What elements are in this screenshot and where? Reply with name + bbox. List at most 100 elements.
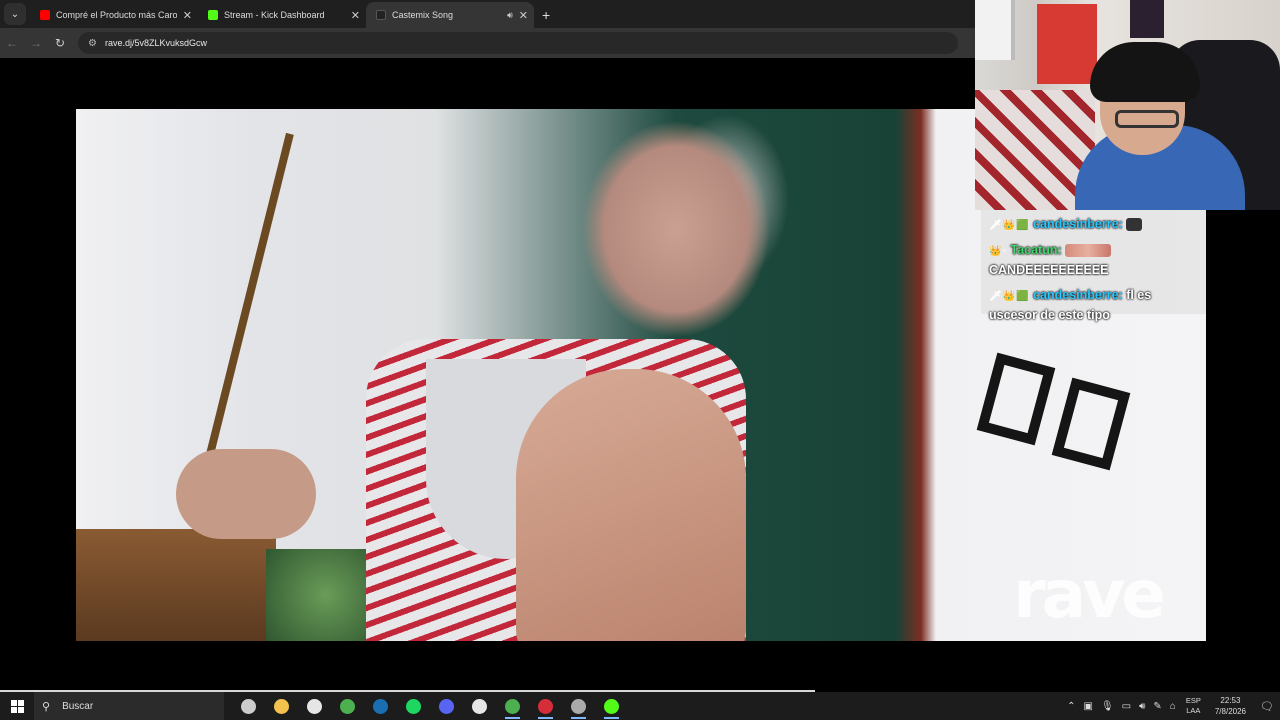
webcam-scene-poster: [1130, 0, 1164, 38]
webcam-scene-red-box: [1037, 4, 1097, 84]
app-s-icon: [307, 698, 322, 714]
video-scene-table: [76, 529, 276, 641]
chat-username: Tacatun:: [1010, 243, 1062, 257]
rave-favicon-icon: [376, 10, 386, 20]
app-s2-icon: [472, 698, 487, 714]
lang-bottom: LAA: [1186, 706, 1201, 715]
chrome-active-icon: [505, 698, 520, 714]
taskbar-app-app-s2[interactable]: [463, 692, 496, 720]
tray-app-icon[interactable]: ▣: [1083, 701, 1092, 712]
taskbar-app-app-s[interactable]: [298, 692, 331, 720]
taskbar-apps: [232, 692, 628, 720]
close-icon[interactable]: ✕: [183, 9, 192, 22]
address-bar[interactable]: ⚙︎ rave.dj/5v8ZLKvuksdGcw: [78, 32, 958, 54]
network-icon[interactable]: ⌂: [1170, 701, 1176, 712]
clock[interactable]: 22:53 7/8/2026: [1215, 695, 1246, 717]
video-scene-rope: [206, 132, 294, 456]
taskbar: ⚲ Buscar ⌃ ▣ 🎙︎ ▭ 🔊︎ ✎ ⌂ ESP LAA 22:53 7…: [0, 692, 1280, 720]
taskbar-app-app-red[interactable]: [529, 692, 562, 720]
tab-label: Compré el Producto más Caro d: [56, 10, 177, 20]
chat-message: 🗡👑🟩 candesinberre:: [989, 215, 1200, 235]
emote-icon: [1065, 244, 1112, 258]
back-arrow-icon[interactable]: ←: [0, 36, 24, 50]
file-explorer-icon: [274, 698, 289, 714]
tab-youtube[interactable]: Compré el Producto más Caro d ✕: [30, 2, 198, 28]
reload-icon[interactable]: ↻: [48, 36, 72, 50]
taskbar-app-spotify[interactable]: [397, 692, 430, 720]
crown-icon: 👑: [1002, 220, 1016, 231]
tab-label: Stream - Kick Dashboard: [224, 10, 325, 20]
battery-icon[interactable]: ▭: [1122, 701, 1131, 712]
speaker-icon[interactable]: 🔊︎: [507, 10, 513, 21]
subscriber-badge-icon: 🟩: [1016, 220, 1029, 231]
video-scene-switch-left: [976, 352, 1056, 446]
discord-icon: [439, 698, 454, 714]
emote-icon: [1126, 218, 1143, 232]
webcam-scene-window: [975, 0, 1015, 60]
close-icon[interactable]: ✕: [351, 9, 360, 22]
volume-icon[interactable]: 🔊︎: [1139, 701, 1145, 712]
spotify-icon: [406, 698, 421, 714]
url-text: rave.dj/5v8ZLKvuksdGcw: [104, 38, 208, 48]
chevron-up-icon[interactable]: ⌃: [1067, 701, 1075, 712]
taskbar-app-chrome-active[interactable]: [496, 692, 529, 720]
taskbar-app-discord[interactable]: [430, 692, 463, 720]
search-icon: ⚲: [42, 700, 51, 713]
crown-icon: 👑: [989, 246, 1002, 257]
webcam-scene-glasses: [1115, 110, 1179, 128]
moderator-sword-icon: 🗡: [989, 291, 1002, 302]
subscriber-badge-icon: ▫: [1002, 246, 1006, 257]
youtube-favicon-icon: [40, 10, 50, 20]
subscriber-badge-icon: 🟩: [1016, 291, 1029, 302]
crown-icon: 👑: [1002, 291, 1016, 302]
microphone-icon[interactable]: 🎙︎: [1101, 701, 1114, 712]
input-language[interactable]: ESP LAA: [1186, 696, 1201, 716]
kick-icon: [604, 698, 619, 714]
browser-tab-bar: ⌄ Compré el Producto más Caro d ✕ Stream…: [0, 0, 975, 28]
site-info-icon[interactable]: ⚙︎: [88, 38, 97, 49]
webcam-scene-person-hair: [1090, 42, 1200, 102]
search-placeholder: Buscar: [62, 700, 94, 712]
clock-time: 22:53: [1220, 696, 1241, 705]
chat-username: candesinberre:: [1033, 288, 1123, 302]
chevron-down-icon: ⌄: [10, 8, 20, 20]
chat-text: CANDEEEEEEEEEE: [989, 263, 1109, 277]
tab-search-button[interactable]: ⌄: [4, 3, 26, 25]
pen-icon[interactable]: ✎: [1153, 701, 1161, 712]
clock-date: 7/8/2026: [1214, 707, 1246, 716]
chrome-icon: [340, 698, 355, 714]
close-icon[interactable]: ✕: [519, 9, 528, 22]
taskbar-app-obs[interactable]: [562, 692, 595, 720]
chat-username: candesinberre:: [1033, 217, 1123, 231]
video-scene-arm: [516, 369, 746, 641]
windows-logo-icon: [10, 699, 24, 713]
task-view-icon: [241, 698, 256, 714]
kick-favicon-icon: [208, 10, 218, 20]
taskbar-app-kick[interactable]: [595, 692, 628, 720]
rave-watermark: rave: [1013, 556, 1166, 633]
webcam-overlay: [975, 0, 1280, 210]
moderator-sword-icon: 🗡: [989, 220, 1002, 231]
tab-kick-dashboard[interactable]: Stream - Kick Dashboard ✕: [198, 2, 366, 28]
screen: ⌄ Compré el Producto más Caro d ✕ Stream…: [0, 0, 1280, 720]
steam-icon: [373, 698, 388, 714]
forward-arrow-icon[interactable]: →: [24, 36, 48, 50]
video-scene-hand: [176, 449, 316, 539]
browser-toolbar: ← → ↻ ⚙︎ rave.dj/5v8ZLKvuksdGcw: [0, 28, 975, 58]
chat-overlay: 🗡👑🟩 candesinberre: 👑▫ Tacatun: CANDEEEEE…: [981, 210, 1206, 322]
start-button[interactable]: [0, 692, 34, 720]
taskbar-app-chrome[interactable]: [331, 692, 364, 720]
tab-label: Castemix Song: [392, 10, 454, 20]
new-tab-button[interactable]: +: [542, 7, 550, 23]
notification-icon[interactable]: 🗨︎: [1254, 700, 1280, 713]
chat-message: 👑▫ Tacatun: CANDEEEEEEEEEE: [989, 241, 1200, 280]
taskbar-app-steam[interactable]: [364, 692, 397, 720]
obs-icon: [571, 698, 586, 714]
taskbar-app-file-explorer[interactable]: [265, 692, 298, 720]
system-tray: ⌃ ▣ 🎙︎ ▭ 🔊︎ ✎ ⌂ ESP LAA 22:53 7/8/2026 🗨…: [1063, 692, 1280, 720]
tab-castemix-song[interactable]: Castemix Song 🔊︎ ✕: [366, 2, 534, 28]
taskbar-app-task-view[interactable]: [232, 692, 265, 720]
app-red-icon: [538, 698, 553, 714]
lang-top: ESP: [1185, 696, 1201, 705]
taskbar-search[interactable]: ⚲ Buscar: [34, 692, 224, 720]
